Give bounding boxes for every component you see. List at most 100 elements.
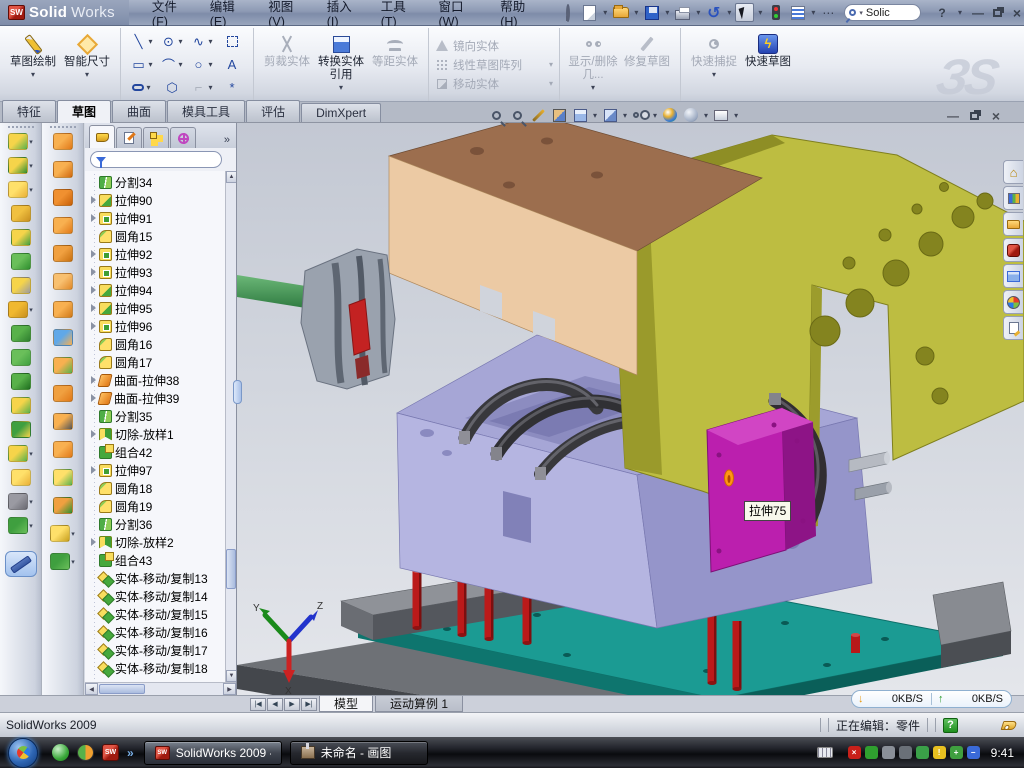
mirror-entities-button[interactable]: 镜向实体 <box>435 38 553 54</box>
prev-tab-button[interactable]: ◀ <box>267 698 283 711</box>
new-document-icon[interactable] <box>580 3 599 22</box>
scroll-thumb-h[interactable] <box>99 684 145 694</box>
draft-icon[interactable] <box>11 349 31 366</box>
move-copy-body-icon[interactable] <box>8 445 28 462</box>
antivirus-alert-icon[interactable]: × <box>848 746 861 759</box>
tab-模具工具[interactable]: 模具工具 <box>167 100 245 122</box>
file-explorer-tab[interactable] <box>1003 212 1023 236</box>
tree-item[interactable]: 切除-放样2 <box>89 533 225 551</box>
view-settings-icon[interactable] <box>712 106 730 124</box>
tab-DimXpert[interactable]: DimXpert <box>301 103 381 122</box>
view-palette-tab[interactable] <box>1003 264 1023 288</box>
restore-button[interactable] <box>993 9 1002 17</box>
network-icon[interactable] <box>916 746 929 759</box>
zoom-fit-icon[interactable] <box>487 106 505 124</box>
boundary-boss-icon[interactable] <box>11 253 31 270</box>
helix-icon[interactable] <box>8 517 28 534</box>
display-style-icon[interactable] <box>601 106 619 124</box>
delete-body-icon[interactable] <box>11 469 31 486</box>
marquee-select-icon[interactable] <box>217 30 247 53</box>
configurationmanager-tab[interactable] <box>143 127 169 148</box>
pushpin-icon[interactable] <box>558 3 577 22</box>
expand-arrow-icon[interactable] <box>89 466 98 474</box>
scroll-up-button[interactable]: ▲ <box>226 171 236 183</box>
select-icon[interactable] <box>735 3 754 22</box>
tab-评估[interactable]: 评估 <box>246 100 300 122</box>
tree-item[interactable]: 拉伸94 <box>89 281 225 299</box>
expand-arrow-icon[interactable] <box>89 286 98 294</box>
tree-item[interactable]: 实体-移动/复制16 <box>89 623 225 641</box>
point-icon[interactable]: * <box>217 76 247 99</box>
view-orientation-icon-dropdown[interactable]: ▾ <box>593 111 597 120</box>
tree-item[interactable]: 圆角17 <box>89 353 225 371</box>
tree-item[interactable]: 圆角16 <box>89 335 225 353</box>
taskbar-button[interactable]: SWSolidWorks 2009 - ... <box>144 741 282 765</box>
combine-bodies-icon[interactable] <box>11 421 31 438</box>
open-icon-dropdown[interactable]: ▾ <box>634 8 638 17</box>
polygon-icon[interactable]: ⬡ <box>157 76 187 99</box>
rib-icon[interactable] <box>11 325 31 342</box>
design-checker-icon[interactable] <box>788 3 807 22</box>
fillet-icon-dropdown[interactable]: ▾ <box>29 186 33 194</box>
smart-dimension-button[interactable]: 智能尺寸▾ <box>60 30 114 99</box>
parting-surface-icon[interactable] <box>53 497 73 514</box>
tag-icon[interactable] <box>1001 721 1018 730</box>
new-document-icon-dropdown[interactable]: ▾ <box>603 8 607 17</box>
linear-sketch-pattern-button[interactable]: 线性草图阵列▾ <box>435 57 553 73</box>
circle-icon[interactable]: ⊙▾ <box>157 30 187 53</box>
graphics-viewport[interactable]: Y Z X <box>237 123 1024 695</box>
featuremanager-tab[interactable] <box>89 125 115 148</box>
print-icon[interactable] <box>673 3 692 22</box>
tab-model[interactable]: 模型 <box>319 696 373 712</box>
extruded-cut-icon-dropdown[interactable]: ▾ <box>29 162 33 170</box>
custom-properties-tab[interactable] <box>1003 316 1023 340</box>
offset-surface-icon[interactable] <box>53 301 73 318</box>
first-tab-button[interactable]: |◀ <box>250 698 266 711</box>
slot-icon-dropdown[interactable]: ▾ <box>146 83 150 92</box>
tree-item[interactable]: 拉伸97 <box>89 461 225 479</box>
search-dropdown-icon[interactable]: ▾ <box>859 9 863 17</box>
tree-item[interactable]: 拉伸92 <box>89 245 225 263</box>
solidworks-resources-tab[interactable] <box>1003 238 1023 262</box>
replace-face-icon[interactable] <box>53 441 73 458</box>
lofted-boss-icon[interactable] <box>11 229 31 246</box>
expand-arrow-icon[interactable] <box>89 538 98 546</box>
expand-arrow-icon[interactable] <box>89 394 98 402</box>
mirror-icon[interactable] <box>11 397 31 414</box>
scroll-left-button[interactable]: ◀ <box>85 683 98 695</box>
spline-icon[interactable]: ∿▾ <box>187 30 217 53</box>
surface-wizard-icon-dropdown[interactable]: ▾ <box>71 530 75 538</box>
save-icon[interactable] <box>642 3 661 22</box>
propertymanager-tab[interactable] <box>116 127 142 148</box>
apply-scene-icon[interactable] <box>682 106 700 124</box>
close-button[interactable]: × <box>1010 5 1024 21</box>
toolbar-overflow-icon[interactable]: ⋯ <box>819 3 838 22</box>
tree-item[interactable]: 曲面-拉伸38 <box>89 371 225 389</box>
tree-item[interactable]: 拉伸93 <box>89 263 225 281</box>
design-checker-icon-dropdown[interactable]: ▾ <box>811 8 815 17</box>
messenger-icon[interactable] <box>52 744 69 761</box>
linear-pattern-icon[interactable] <box>8 301 28 318</box>
display-style-icon-dropdown[interactable]: ▾ <box>623 111 627 120</box>
rapid-sketch-button[interactable]: ϟ 快速草图 <box>741 30 795 99</box>
spline-tool-icon[interactable] <box>50 553 70 570</box>
expand-arrow-icon[interactable] <box>89 268 98 276</box>
tree-item[interactable]: 拉伸95 <box>89 299 225 317</box>
tree-item[interactable]: 拉伸96 <box>89 317 225 335</box>
tab-草图[interactable]: 草图 <box>57 100 111 123</box>
curve-icon[interactable] <box>8 493 28 510</box>
surface-wizard-icon[interactable] <box>50 525 70 542</box>
magnifying-wand-icon[interactable] <box>529 106 547 124</box>
measure-button[interactable] <box>5 551 37 577</box>
panel-splitter-handle[interactable] <box>233 380 242 404</box>
tree-horizontal-scrollbar[interactable]: ◀ ▶ <box>85 682 236 695</box>
expand-arrow-icon[interactable] <box>89 430 98 438</box>
next-tab-button[interactable]: ▶ <box>284 698 300 711</box>
taskbar-button[interactable]: 未命名 - 画图 <box>290 741 428 765</box>
fillet-icon[interactable] <box>8 181 28 198</box>
swept-boss-icon[interactable] <box>11 205 31 222</box>
select-icon-dropdown[interactable]: ▾ <box>758 8 762 17</box>
line-icon-dropdown[interactable]: ▾ <box>148 37 152 46</box>
slot-icon[interactable]: ▾ <box>127 76 157 99</box>
search-input[interactable]: ▾ Solic <box>844 4 921 21</box>
